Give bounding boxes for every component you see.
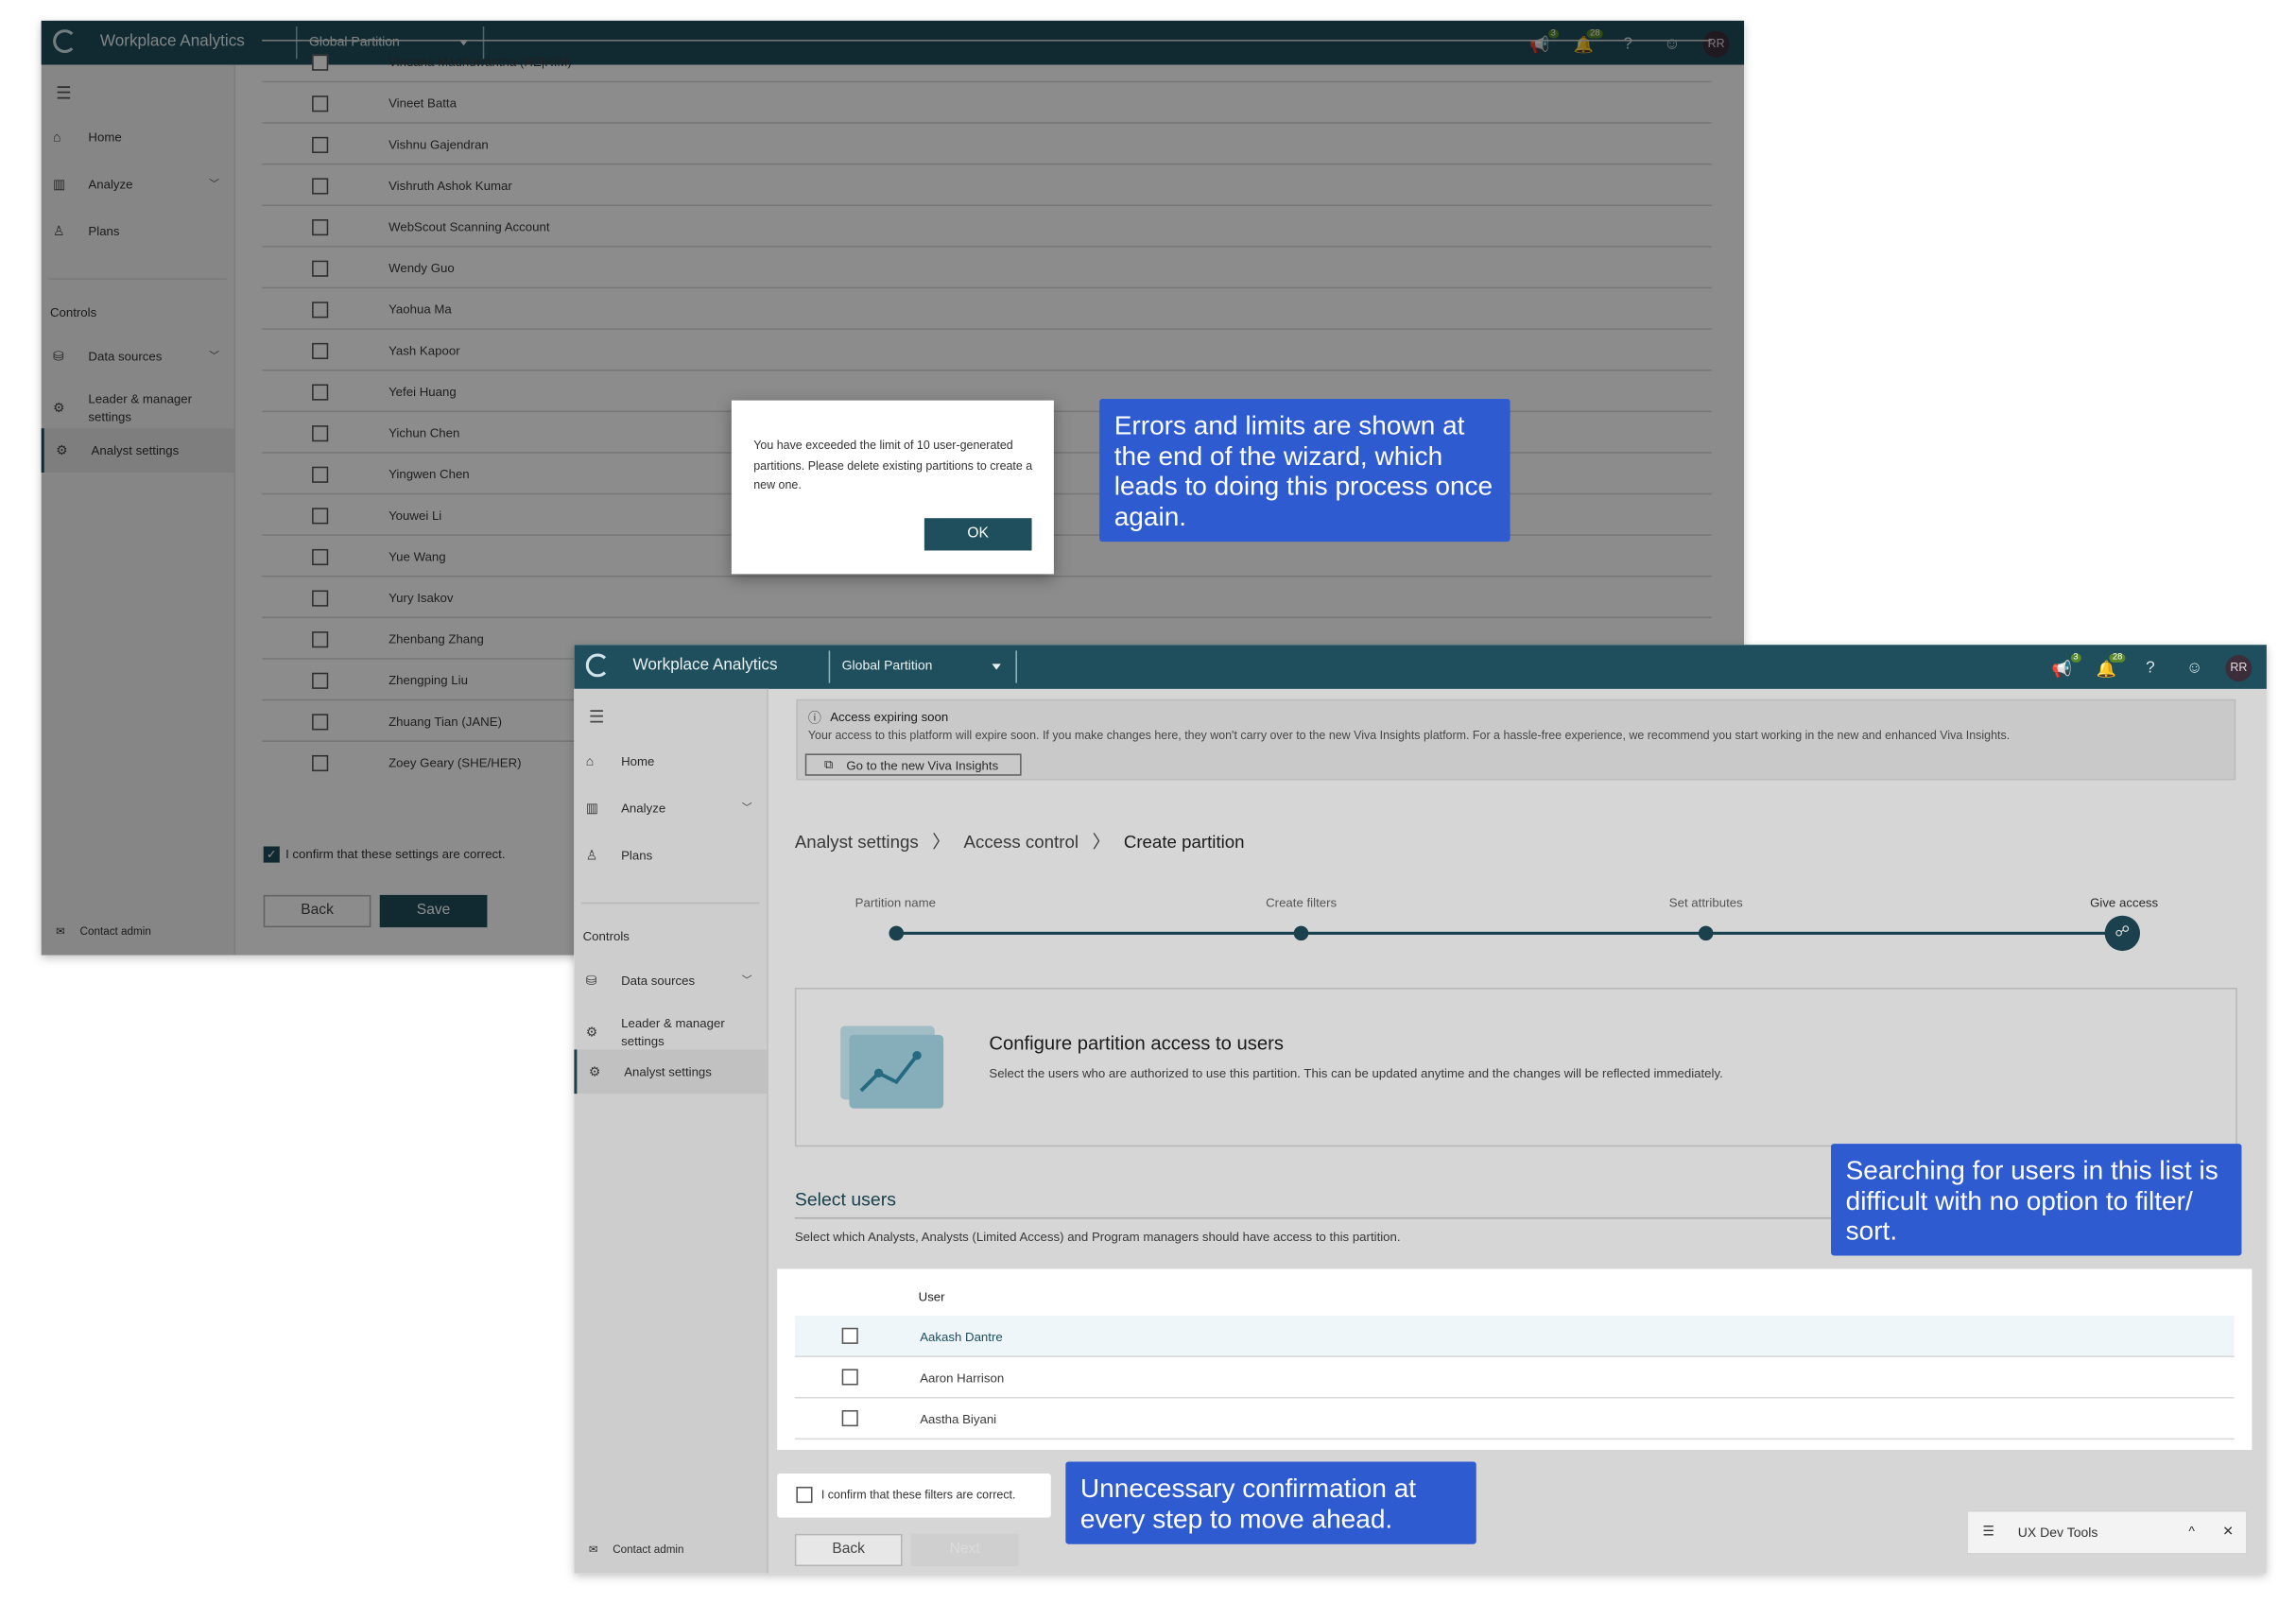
announcement-icon[interactable]: 📢 3 <box>2048 652 2081 678</box>
table-row[interactable]: Aastha Biyani <box>794 1399 2235 1440</box>
users-table: User Aakash Dantre Aaron Harrison Aastha… <box>777 1268 2253 1451</box>
app-logo-icon <box>585 653 610 678</box>
top-bar: Workplace Analytics Global Partition 📢 3 … <box>574 645 2267 689</box>
back-button[interactable]: Back <box>794 1533 903 1567</box>
table-row[interactable]: Aakash Dantre <box>794 1316 2235 1357</box>
callout-errors: Errors and limits are shown at the end o… <box>1099 399 1511 543</box>
callout-search: Searching for users in this list is diff… <box>1831 1144 2242 1256</box>
user-name: Aaron Harrison <box>920 1370 1005 1386</box>
dev-tools-label: UX Dev Tools <box>2017 1525 2098 1541</box>
table-row[interactable]: Aaron Harrison <box>794 1357 2235 1399</box>
partition-selector[interactable]: Global Partition <box>828 650 1017 683</box>
announcement-badge: 3 <box>2070 652 2081 663</box>
confirm-checkbox[interactable] <box>796 1486 813 1504</box>
menu-icon[interactable]: ☰ <box>1982 1524 1994 1540</box>
table-header-row <box>794 1275 2235 1318</box>
ok-button[interactable]: OK <box>924 518 1032 551</box>
chevron-up-icon[interactable]: ^ <box>2188 1524 2195 1539</box>
user-checkbox[interactable] <box>841 1409 858 1427</box>
chevron-down-icon <box>992 664 1001 670</box>
dialog-message: You have exceeded the limit of 10 user-g… <box>753 439 1033 492</box>
user-checkbox[interactable] <box>841 1327 858 1344</box>
feedback-smiley-icon[interactable]: ☺ <box>2182 660 2208 678</box>
ux-dev-tools-dock[interactable]: ☰ UX Dev Tools ^ ✕ <box>1966 1509 2248 1555</box>
user-name: Aastha Biyani <box>920 1411 997 1427</box>
partition-selector-label: Global Partition <box>841 658 933 673</box>
close-icon[interactable]: ✕ <box>2222 1524 2234 1540</box>
help-icon[interactable]: ? <box>2137 660 2164 678</box>
app-name: Workplace Analytics <box>632 656 778 675</box>
notification-badge: 28 <box>2109 652 2126 663</box>
top-bar-actions: 📢 3 🔔 28 ? ☺ RR <box>2048 652 2253 682</box>
user-name: Aakash Dantre <box>920 1329 1003 1344</box>
callout-confirmation: Unnecessary confirmation at every step t… <box>1065 1461 1476 1544</box>
next-button[interactable]: Next <box>910 1533 1019 1567</box>
front-window: Workplace Analytics Global Partition 📢 3 … <box>574 645 2267 1574</box>
notification-bell-icon[interactable]: 🔔 28 <box>2093 652 2126 678</box>
user-avatar[interactable]: RR <box>2225 655 2253 682</box>
confirm-filters[interactable]: I confirm that these filters are correct… <box>777 1473 1051 1518</box>
limit-exceeded-dialog: You have exceeded the limit of 10 user-g… <box>731 400 1054 575</box>
user-checkbox[interactable] <box>841 1369 858 1386</box>
confirm-label: I confirm that these filters are correct… <box>820 1488 1016 1502</box>
